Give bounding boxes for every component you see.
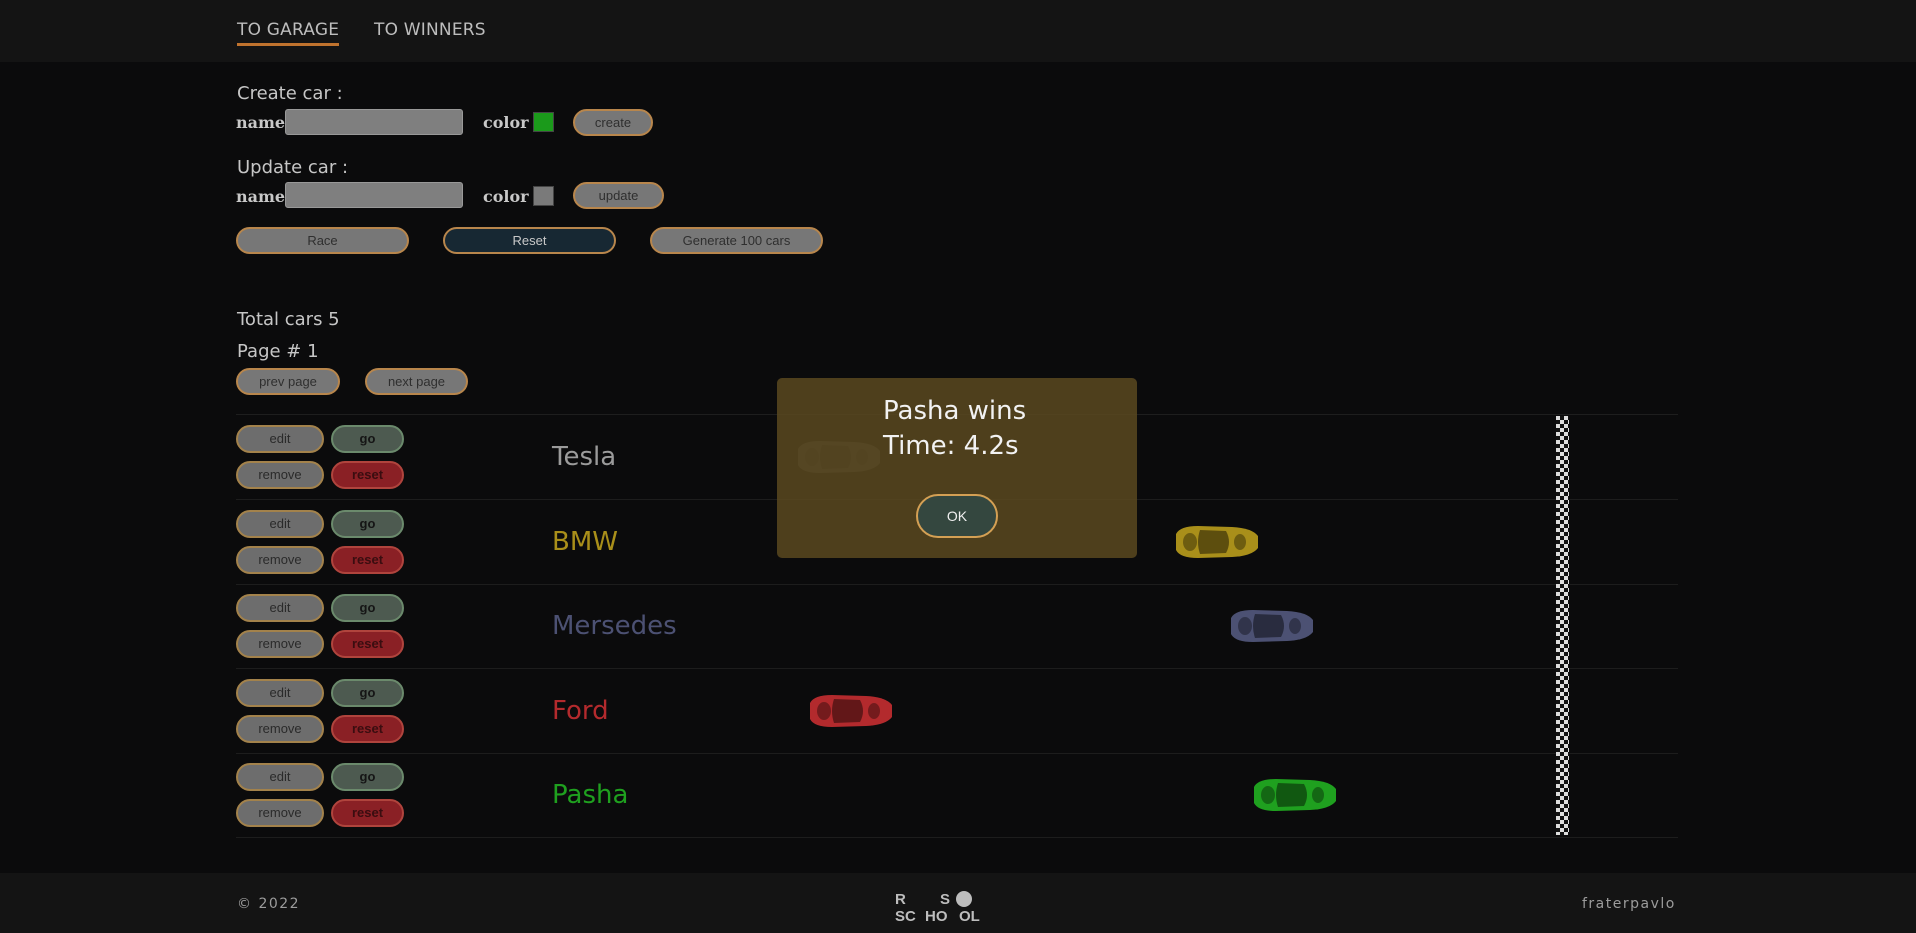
car-name: Mersedes	[552, 611, 677, 642]
remove-car-button[interactable]: remove	[236, 545, 324, 574]
start-car-button[interactable]: go	[331, 509, 404, 538]
car-name: Pasha	[552, 780, 629, 811]
svg-text:S: S	[940, 891, 950, 908]
car-icon	[804, 689, 894, 733]
edit-car-button[interactable]: edit	[236, 678, 324, 707]
remove-car-button[interactable]: remove	[236, 714, 324, 743]
create-name-input[interactable]	[285, 109, 463, 135]
header: TO GARAGE TO WINNERS	[0, 0, 1916, 62]
reset-car-button[interactable]: reset	[331, 714, 404, 743]
car-name: Tesla	[552, 442, 617, 472]
reset-car-button[interactable]: reset	[331, 545, 404, 574]
footer: © 2022 R S SC HO OL fraterpavlo	[0, 873, 1916, 933]
svg-text:OL: OL	[959, 908, 980, 923]
update-car-title: Update car :	[237, 157, 349, 178]
remove-car-button[interactable]: remove	[236, 461, 324, 489]
modal-ok-button[interactable]: OK	[916, 494, 998, 538]
total-cars-count: Total cars 5	[237, 309, 340, 330]
update-color-label: color	[483, 187, 529, 206]
track-row: edit go remove reset Ford	[236, 669, 1678, 754]
svg-text:HO: HO	[925, 908, 948, 923]
start-car-button[interactable]: go	[331, 763, 404, 792]
winner-text: Pasha wins	[883, 396, 1027, 426]
race-button[interactable]: Race	[236, 227, 409, 254]
start-car-button[interactable]: go	[331, 594, 404, 623]
prev-page-button[interactable]: prev page	[236, 368, 340, 395]
winner-modal: Pasha wins Time: 4.2s OK	[777, 378, 1137, 558]
create-button[interactable]: create	[573, 109, 653, 136]
nav-to-garage[interactable]: TO GARAGE	[237, 20, 340, 46]
create-name-label: name	[236, 113, 286, 132]
reset-car-button[interactable]: reset	[331, 630, 404, 659]
page-number: Page # 1	[237, 341, 319, 362]
update-name-label: name	[236, 187, 286, 206]
edit-car-button[interactable]: edit	[236, 594, 324, 623]
car-name: BMW	[552, 526, 618, 557]
reset-car-button[interactable]: reset	[331, 799, 404, 828]
car-icon	[1225, 604, 1315, 648]
reset-car-button[interactable]: reset	[331, 461, 404, 489]
edit-car-button[interactable]: edit	[236, 425, 324, 453]
nav-to-winners[interactable]: TO WINNERS	[374, 20, 486, 40]
car-icon	[1170, 520, 1260, 564]
start-car-button[interactable]: go	[331, 678, 404, 707]
car-icon	[1248, 773, 1338, 817]
svg-text:SC: SC	[895, 908, 916, 923]
rs-school-logo[interactable]: R S SC HO OL	[893, 889, 988, 925]
track-row: edit go remove reset Mersedes	[236, 584, 1678, 670]
edit-car-button[interactable]: edit	[236, 509, 324, 538]
remove-car-button[interactable]: remove	[236, 799, 324, 828]
reset-all-button[interactable]: Reset	[443, 227, 616, 254]
edit-car-button[interactable]: edit	[236, 763, 324, 792]
author-link[interactable]: fraterpavlo	[1582, 896, 1676, 912]
generate-cars-button[interactable]: Generate 100 cars	[650, 227, 823, 254]
copyright-text: © 2022	[237, 896, 301, 912]
update-button[interactable]: update	[573, 182, 664, 209]
update-color-picker[interactable]	[533, 186, 554, 206]
create-car-title: Create car :	[237, 83, 343, 104]
track-row: edit go remove reset Pasha	[236, 753, 1678, 839]
create-color-picker[interactable]	[533, 112, 554, 132]
next-page-button[interactable]: next page	[365, 368, 468, 395]
winner-time: Time: 4.2s	[883, 431, 1019, 461]
create-color-label: color	[483, 113, 529, 132]
finish-line	[1556, 416, 1569, 835]
update-name-input[interactable]	[285, 182, 463, 208]
remove-car-button[interactable]: remove	[236, 630, 324, 659]
svg-text:R: R	[895, 891, 906, 908]
car-name: Ford	[552, 695, 609, 726]
start-car-button[interactable]: go	[331, 425, 404, 453]
